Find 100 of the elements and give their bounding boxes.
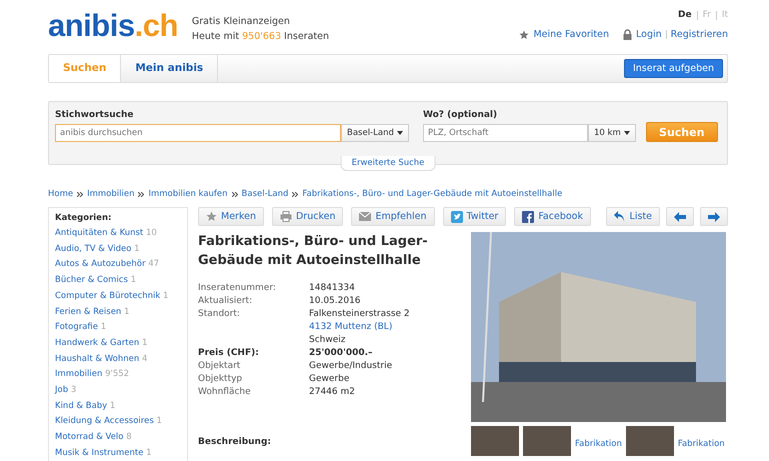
detail-label: Aktualisiert: [198, 295, 254, 308]
category-count: 1 [163, 290, 168, 301]
category-link[interactable]: Antiquitäten & Kunst [55, 228, 144, 238]
category-link[interactable]: Audio, TV & Video [55, 244, 132, 254]
detail-label: Standort: [198, 308, 241, 321]
thumbnail-photo[interactable] [471, 426, 519, 456]
breadcrumb-link[interactable]: Immobilien kaufen [148, 189, 228, 199]
detail-label: Wohnfläche [198, 386, 252, 399]
detail-value: 27446 m2 [309, 386, 355, 399]
category-link[interactable]: Motorrad & Velo [55, 432, 124, 442]
thumbnail-link[interactable]: Fabrikation [575, 439, 622, 449]
category-link[interactable]: Handwerk & Garten [55, 338, 140, 348]
field-label: Wo? (optional) [423, 110, 498, 120]
category-count: 1 [110, 400, 116, 411]
detail-value: 10.05.2016 [309, 295, 361, 308]
category-link[interactable]: Musik & Instrumente [55, 448, 144, 458]
category-count: 9'552 [105, 369, 130, 380]
star-icon [519, 30, 530, 40]
facebook-icon [522, 210, 534, 222]
detail-value: Gewerbe [309, 373, 350, 386]
thumbnail-link[interactable]: Fabrikation [678, 439, 725, 449]
detail-label: Objekttyp [198, 373, 244, 386]
location-field[interactable]: PLZ, Ortschaft [423, 124, 588, 142]
caret-icon [396, 131, 403, 135]
return-arrow-icon [614, 211, 626, 222]
listing-title: Fabrikations-, Büro- und Lager-Gebäude mit Autoeinstellhalle [198, 233, 429, 270]
category-link[interactable]: Immobilien [55, 369, 102, 380]
listing-count-text: Heute mit 950'663 Inseraten [192, 30, 329, 44]
category-link[interactable]: Bücher & Comics [55, 275, 128, 286]
post-ad-button[interactable]: Inserat aufgeben [624, 59, 723, 78]
recommend-button[interactable]: Empfehlen [351, 207, 434, 226]
chevron-icon [138, 192, 144, 196]
back-to-list-button[interactable]: Liste [606, 207, 660, 226]
login-link[interactable]: Login [636, 29, 662, 40]
category-count: 1 [142, 338, 148, 348]
detail-value: Falkensteinerstrasse 2 [309, 308, 410, 321]
next-button[interactable] [700, 207, 728, 226]
breadcrumb-link[interactable]: Immobilien [87, 189, 134, 199]
breadcrumb-link[interactable]: Fabrikations-, Büro- und Lager-Gebäude mit Autoeinstellhalle [302, 189, 562, 199]
share-button[interactable]: Facebook [514, 207, 591, 226]
radius-dropdown[interactable]: 10 km [588, 124, 636, 142]
category-link[interactable]: Ferien & Reisen [55, 306, 122, 317]
description-heading: Beschreibung: [198, 437, 272, 447]
category-count: 47 [148, 259, 160, 270]
detail-label: Inseratenummer: [198, 282, 277, 295]
save-button[interactable]: Merken [198, 207, 264, 226]
category-count: 10 [146, 228, 157, 238]
category-count: 1 [134, 244, 140, 254]
chevron-icon [292, 192, 298, 196]
site-logo[interactable]: anibis.ch [48, 10, 178, 42]
category-link[interactable]: Kind & Baby [55, 400, 108, 411]
detail-value: Gewerbe/Industrie [309, 360, 392, 373]
previous-button[interactable] [666, 207, 694, 226]
bird-icon [450, 210, 462, 222]
printer-icon [280, 211, 292, 222]
category-count: 8 [126, 432, 132, 442]
print-button[interactable]: Drucken [272, 207, 344, 226]
category-count: 3 [70, 385, 76, 396]
category-count: 1 [100, 322, 106, 332]
category-count: 1 [124, 306, 130, 317]
language-link[interactable]: De [678, 10, 692, 20]
favorites-link[interactable]: Meine Favoriten [533, 29, 610, 40]
category-link[interactable]: Fotografie [55, 322, 98, 332]
category-count: 4 [142, 354, 148, 364]
breadcrumb-link[interactable]: Basel-Land [242, 189, 288, 199]
category-link[interactable]: Job [55, 385, 68, 396]
chevron-icon [77, 192, 84, 196]
star-icon [206, 211, 217, 222]
category-link[interactable]: Kleidung & Accessoires [55, 416, 154, 426]
lock-icon [623, 29, 632, 40]
detail-value: Schweiz [309, 334, 346, 347]
advanced-search-tab[interactable]: Erweiterte Suche [340, 156, 436, 171]
region-dropdown[interactable]: Basel-Land [341, 124, 409, 142]
detail-label: Preis (CHF): [198, 347, 260, 360]
category-link[interactable]: Autos & Autozubehör [55, 259, 146, 270]
chevron-icon [232, 192, 238, 196]
sidebar-title: Kategorien: [55, 213, 112, 223]
building-photo[interactable] [471, 232, 726, 422]
category-count: 1 [146, 448, 152, 458]
category-count: 1 [130, 275, 136, 286]
envelope-icon [359, 212, 372, 221]
share-button[interactable]: Twitter [442, 207, 506, 226]
location-link[interactable]: 4132 Muttenz (BL) [309, 321, 410, 334]
thumbnail-photo[interactable] [523, 426, 571, 456]
breadcrumb-link[interactable]: Home [48, 189, 74, 199]
left-arrow-icon [674, 212, 686, 222]
right-arrow-icon [708, 212, 720, 222]
tagline: Gratis Kleinanzeigen [192, 15, 291, 29]
detail-label: Objektart [198, 360, 242, 373]
detail-value: 25'000'000.– [309, 347, 373, 360]
thumbnail-photo[interactable] [626, 426, 674, 456]
category-count: 1 [156, 416, 162, 426]
caret-icon [624, 131, 630, 135]
field-label: Stichwortsuche [55, 110, 134, 120]
keyword-field[interactable]: anibis durchsuchen [55, 124, 341, 142]
category-link[interactable]: Haushalt & Wohnen [55, 354, 140, 364]
category-link[interactable]: Computer & Bürotechnik [55, 290, 160, 301]
detail-value: 14841334 [309, 282, 355, 295]
nav-tab[interactable]: Mein anibis [121, 55, 218, 82]
register-link[interactable]: Registrieren [670, 29, 728, 40]
